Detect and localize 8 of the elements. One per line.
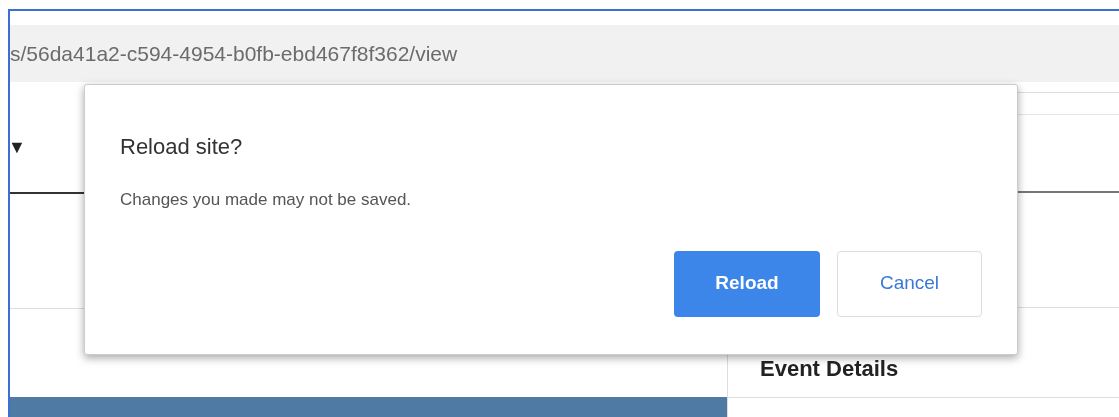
dropdown-arrow-icon[interactable]: ▼ <box>8 138 26 156</box>
cancel-button[interactable]: Cancel <box>837 250 982 317</box>
panel-title: Event Details <box>760 356 899 381</box>
reload-button[interactable]: Reload <box>674 250 820 317</box>
address-bar[interactable]: s/56da41a2-c594-4954-b0fb-ebd467f8f362/view <box>10 25 1119 82</box>
dialog-title: Reload site? <box>120 133 244 161</box>
url-text: s/56da41a2-c594-4954-b0fb-ebd467f8f362/view <box>10 40 458 67</box>
dialog-message: Changes you made may not be saved. <box>120 189 413 211</box>
